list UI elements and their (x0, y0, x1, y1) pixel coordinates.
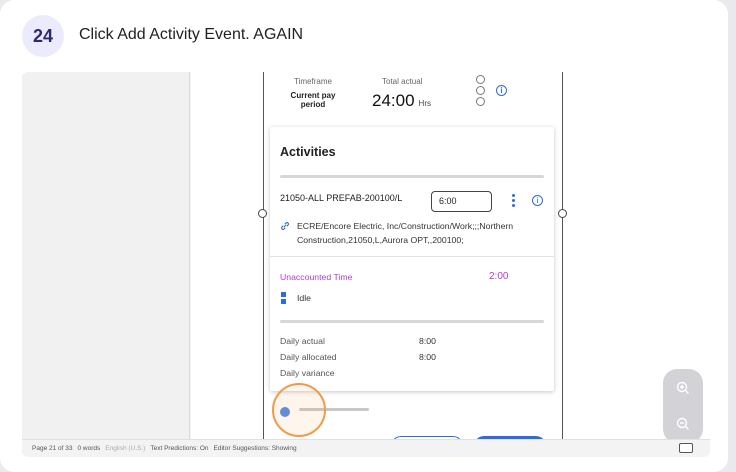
daily-progress-bar (280, 320, 544, 323)
focus-mode-icon[interactable] (679, 443, 693, 453)
total-actual-number: 24:00 (372, 91, 415, 110)
total-actual-label: Total actual (382, 77, 423, 86)
zoom-in-icon[interactable] (676, 381, 690, 395)
radio-option-3[interactable] (476, 97, 485, 106)
step-card: 24 Click Add Activity Event. AGAIN Timef… (0, 0, 728, 472)
daily-allocated-label: Daily allocated (280, 352, 337, 362)
click-target-highlight (272, 383, 326, 437)
total-actual-value: 24:00 Hrs (372, 91, 431, 111)
radio-option-2[interactable] (476, 86, 485, 95)
page-count[interactable]: Page 21 of 33 (32, 445, 72, 452)
unaccounted-time-label: Unaccounted Time (280, 272, 353, 282)
unaccounted-time-value: 2:00 (489, 271, 509, 282)
activity-code: 21050-ALL PREFAB-200100/L (280, 193, 403, 203)
document-left-pane (22, 72, 190, 439)
timeframe-label: Timeframe (294, 77, 332, 86)
daily-allocated-value: 8:00 (419, 352, 436, 362)
word-count[interactable]: 0 words (77, 445, 100, 452)
activity-path: ECRE/Encore Electric, Inc/Construction/W… (297, 221, 514, 245)
editor-suggestions-status[interactable]: Editor Suggestions: Showing (214, 445, 297, 452)
info-icon[interactable]: i (496, 85, 507, 96)
screenshot-frame: Timeframe Total actual Current pay perio… (22, 72, 710, 457)
language-indicator[interactable]: English (U.S.) (105, 445, 145, 452)
text-predictions-status[interactable]: Text Predictions: On (150, 445, 208, 452)
activity-info-icon[interactable]: i (532, 195, 543, 206)
activities-panel: Activities 21050-ALL PREFAB-200100/L 6:0… (270, 127, 554, 391)
timeframe-value: Current pay period (290, 91, 336, 109)
daily-actual-label: Daily actual (280, 336, 325, 346)
zoom-out-icon[interactable] (676, 417, 690, 431)
more-vertical-icon[interactable] (512, 194, 516, 209)
section-divider (270, 256, 554, 257)
idle-label: Idle (297, 293, 312, 303)
total-actual-unit: Hrs (418, 99, 431, 108)
activities-title: Activities (280, 145, 336, 159)
document-canvas: Timeframe Total actual Current pay perio… (191, 72, 710, 450)
activities-progress-bar (280, 175, 544, 178)
daily-actual-value: 8:00 (419, 336, 436, 346)
resize-handle-left[interactable] (258, 209, 267, 218)
radio-option-1[interactable] (476, 75, 485, 84)
idle-icon (281, 292, 286, 304)
daily-variance-label: Daily variance (280, 368, 335, 378)
step-number-badge: 24 (22, 15, 64, 57)
zoom-controls (663, 369, 703, 443)
step-title: Click Add Activity Event. AGAIN (79, 26, 304, 43)
status-bar: Page 21 of 33 0 words English (U.S.) Tex… (22, 439, 710, 457)
resize-handle-right[interactable] (558, 209, 567, 218)
link-icon (280, 221, 290, 234)
activity-hours-input[interactable]: 6:00 (431, 191, 492, 212)
